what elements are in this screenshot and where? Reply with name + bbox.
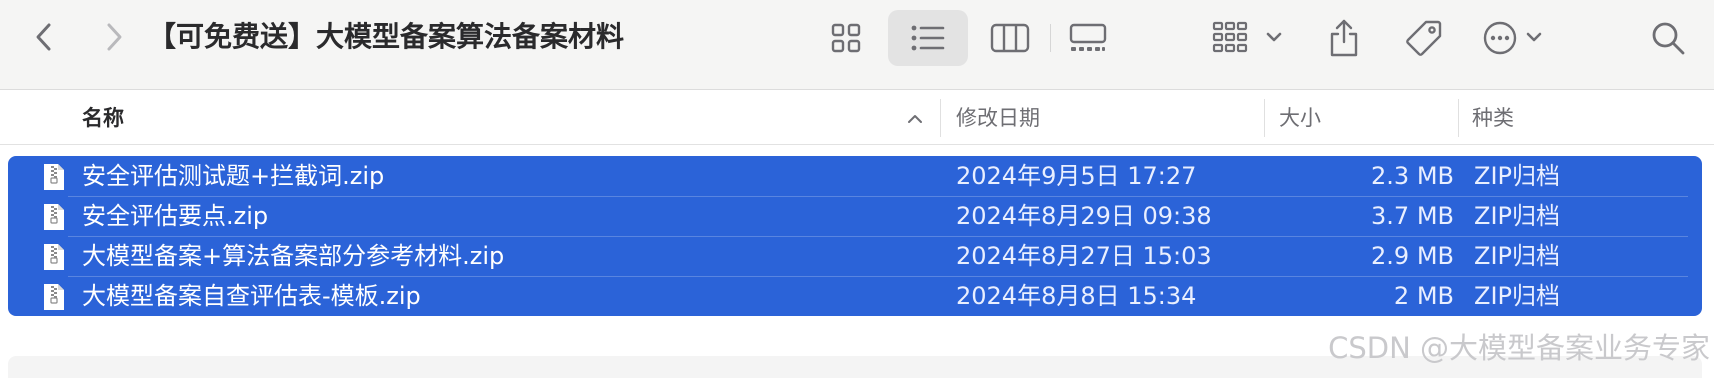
column-separator[interactable] [1264,99,1265,137]
share-icon[interactable] [1320,14,1368,62]
chevron-left-icon[interactable] [24,17,64,57]
file-list-selection: 安全评估测试题+拦截词.zip 2024年9月5日 17:27 2.3 MB Z… [8,156,1702,316]
file-row[interactable]: 大模型备案+算法备案部分参考材料.zip 2024年8月27日 15:03 2.… [8,236,1702,276]
column-separator[interactable] [1458,99,1459,137]
zip-file-icon [42,163,66,191]
zip-file-icon [42,283,66,311]
column-separator[interactable] [940,99,941,137]
file-name: 大模型备案自查评估表-模板.zip [82,282,421,310]
sort-ascending-icon[interactable] [905,109,925,129]
file-kind: ZIP归档 [1474,282,1560,310]
file-date: 2024年9月5日 17:27 [956,162,1197,190]
file-date: 2024年8月8日 15:34 [956,282,1197,310]
zip-file-icon [42,243,66,271]
more-icon[interactable] [1482,14,1558,62]
view-switcher [806,10,1124,66]
icon-view-icon[interactable] [806,10,886,66]
group-icon[interactable] [1212,14,1288,62]
file-size: 2.3 MB [1371,162,1454,190]
column-header-size[interactable]: 大小 [1279,91,1321,145]
file-date: 2024年8月29日 09:38 [956,202,1212,230]
tag-icon[interactable] [1400,14,1448,62]
column-view-icon[interactable] [970,10,1050,66]
file-row[interactable]: 大模型备案自查评估表-模板.zip 2024年8月8日 15:34 2 MB Z… [8,276,1702,316]
file-kind: ZIP归档 [1474,162,1560,190]
column-header-name[interactable]: 名称 [82,91,124,145]
finder-toolbar: 【可免费送】大模型备案算法备案材料 [0,0,1714,90]
list-view-icon[interactable] [888,10,968,66]
watermark: CSDN @大模型备案业务专家 [1328,331,1710,365]
column-header-kind[interactable]: 种类 [1472,91,1514,145]
zip-file-icon [42,203,66,231]
file-size: 2.9 MB [1371,242,1454,270]
file-name: 大模型备案+算法备案部分参考材料.zip [82,242,505,270]
window-title: 【可免费送】大模型备案算法备案材料 [148,20,625,53]
search-icon[interactable] [1644,14,1692,62]
column-header-date[interactable]: 修改日期 [956,91,1040,145]
column-header: 名称 修改日期 大小 种类 [0,91,1714,145]
file-size: 2 MB [1393,282,1454,310]
chevron-right-icon[interactable] [94,17,134,57]
file-size: 3.7 MB [1371,202,1454,230]
file-row[interactable]: 安全评估测试题+拦截词.zip 2024年9月5日 17:27 2.3 MB Z… [8,156,1702,196]
file-kind: ZIP归档 [1474,242,1560,270]
file-name: 安全评估测试题+拦截词.zip [82,162,385,190]
gallery-view-icon[interactable] [1052,10,1124,66]
file-date: 2024年8月27日 15:03 [956,242,1212,270]
toolbar-divider [1050,24,1051,52]
file-name: 安全评估要点.zip [82,202,269,230]
file-row[interactable]: 安全评估要点.zip 2024年8月29日 09:38 3.7 MB ZIP归档 [8,196,1702,236]
file-kind: ZIP归档 [1474,202,1560,230]
